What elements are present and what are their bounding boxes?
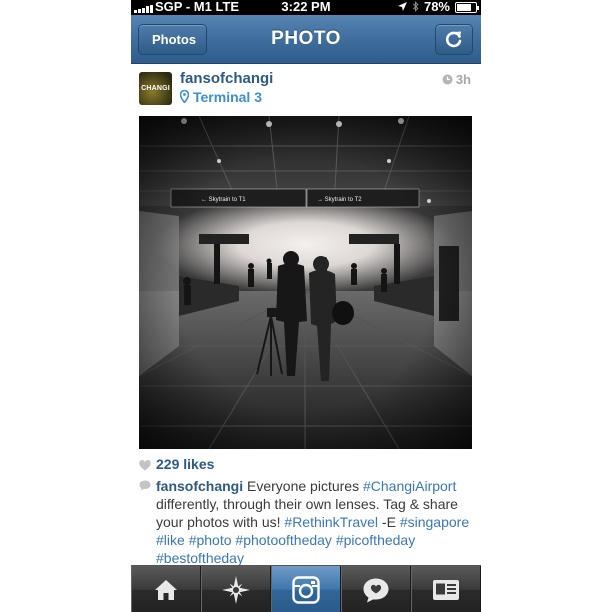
hashtag-link[interactable]: #photooftheday — [235, 532, 332, 548]
comment-bubble-icon — [139, 480, 151, 491]
post-location[interactable]: Terminal 3 — [180, 89, 262, 105]
bluetooth-icon — [412, 1, 419, 12]
refresh-button[interactable] — [435, 24, 473, 55]
location-pin-icon — [180, 90, 189, 103]
status-bar: SGP - M1 LTE 3:22 PM 78% — [131, 0, 481, 15]
hashtag-link[interactable]: #photo — [189, 532, 232, 548]
caption-text: Everyone pictures — [243, 478, 363, 494]
tab-home[interactable] — [131, 566, 201, 612]
hashtag-link[interactable]: #picoftheday — [336, 532, 415, 548]
explore-star-icon — [222, 575, 250, 604]
avatar-logo: CHANGI — [141, 85, 170, 92]
airport-walkway-photo: ← Skytrain to T1 → Skytrain to T2 — [139, 116, 472, 449]
location-arrow-icon — [397, 2, 407, 11]
activity-bubble-icon — [363, 578, 389, 602]
battery-percentage: 78% — [423, 0, 450, 14]
likes-label: 229 likes — [156, 456, 215, 472]
clock-icon — [442, 74, 453, 85]
page-title: PHOTO — [271, 28, 341, 49]
hashtag-link[interactable]: #singapore — [400, 514, 469, 530]
hashtag-link[interactable]: #bestoftheday — [156, 550, 244, 566]
navigation-bar: Photos PHOTO — [131, 15, 481, 64]
hashtag-link[interactable]: #ChangiAirport — [363, 478, 456, 494]
profile-card-icon — [433, 579, 459, 600]
post-photo[interactable]: ← Skytrain to T1 → Skytrain to T2 — [139, 116, 472, 449]
caption-text: -E — [378, 514, 400, 530]
location-label: Terminal 3 — [193, 89, 262, 105]
heart-icon — [139, 460, 151, 471]
tab-explore[interactable] — [201, 566, 271, 612]
home-icon — [155, 579, 177, 600]
post-caption: fansofchangi Everyone pictures #ChangiAi… — [156, 477, 476, 567]
tab-bar — [131, 565, 481, 612]
refresh-icon — [445, 31, 462, 48]
hashtag-link[interactable]: #like — [156, 532, 185, 548]
caption-username[interactable]: fansofchangi — [156, 478, 243, 494]
likes-count[interactable]: 229 likes — [139, 456, 214, 472]
tab-profile[interactable] — [411, 566, 481, 612]
battery-icon — [455, 1, 479, 13]
post-time: 3h — [442, 72, 471, 87]
tab-activity[interactable] — [341, 566, 411, 612]
tab-camera[interactable] — [271, 566, 341, 612]
time-ago-label: 3h — [455, 72, 471, 87]
phone-screen: SGP - M1 LTE 3:22 PM 78% Photos PHOTO CH… — [131, 0, 481, 612]
hashtag-link[interactable]: #RethinkTravel — [284, 514, 378, 530]
post-username[interactable]: fansofchangi — [180, 70, 273, 87]
camera-icon — [292, 575, 320, 604]
avatar[interactable]: CHANGI — [139, 72, 172, 105]
